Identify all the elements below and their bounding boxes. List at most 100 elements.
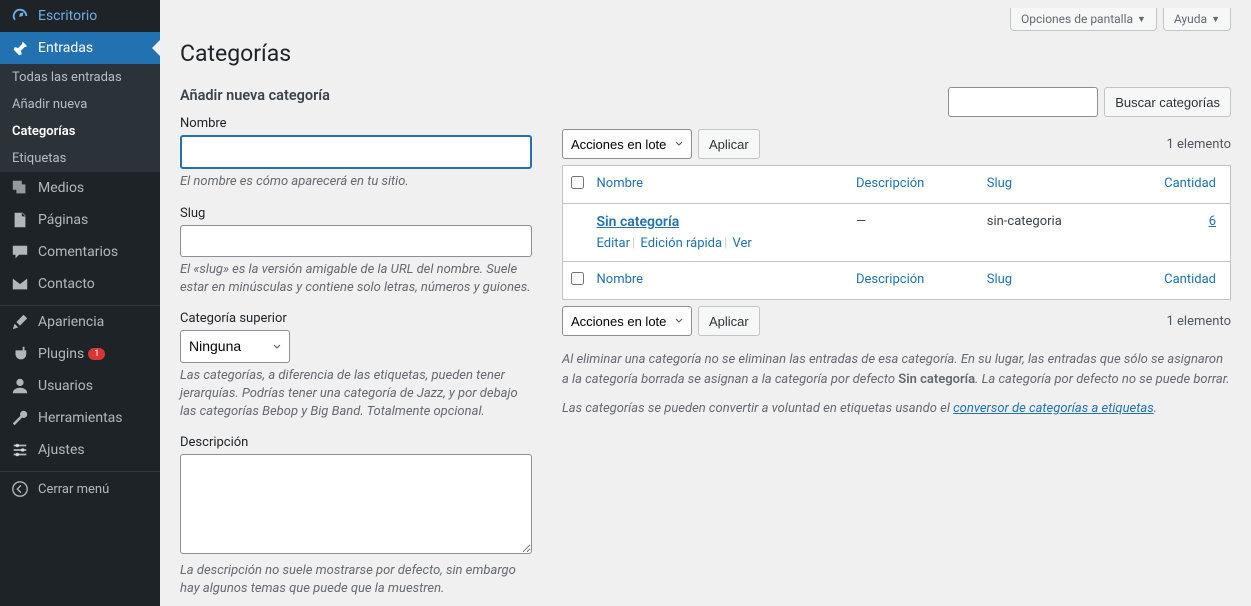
col-count[interactable]: Cantidad [1164,176,1216,191]
select-all-bottom[interactable] [571,272,584,285]
item-count-top: 1 elemento [1167,137,1232,152]
parent-select[interactable]: Ninguna [180,330,290,362]
slug-input[interactable] [180,225,532,257]
sidebar-label: Contacto [38,276,95,292]
note-text: . [1154,401,1157,416]
bulk-apply-top[interactable]: Aplicar [698,129,760,159]
sidebar-item-comments[interactable]: Comentarios [0,236,160,268]
plugins-update-badge: 1 [88,348,105,360]
wrench-icon [10,409,30,427]
sidebar-subitem-addnew[interactable]: Añadir nueva [0,91,160,118]
category-list-panel: Buscar categorías Acciones en lote Aplic… [562,87,1231,606]
comment-icon [10,243,30,261]
footer-notes: Al eliminar una categoría no se eliminan… [562,350,1231,419]
sidebar-label: Páginas [38,212,88,228]
dashboard-icon [10,7,30,25]
parent-help: Las categorías, a diferencia de las etiq… [180,367,532,422]
desc-textarea[interactable] [180,454,532,554]
help-tab[interactable]: Ayuda ▼ [1163,8,1231,31]
pin-icon [10,39,30,57]
row-count[interactable]: 6 [1209,214,1216,229]
mail-icon [10,275,30,293]
converter-link[interactable]: conversor de categorías a etiquetas [953,401,1154,416]
bulk-action-select-bottom[interactable]: Acciones en lote [562,306,692,336]
field-slug: Slug El «slug» es la versión amigable de… [180,206,532,298]
sidebar-item-contact[interactable]: Contacto [0,268,160,300]
categories-table: Nombre Descripción Slug Cantidad Sin cat… [562,165,1231,300]
col-desc[interactable]: Descripción [856,176,924,191]
col-count-foot[interactable]: Cantidad [1164,272,1216,287]
sidebar-item-plugins[interactable]: Plugins 1 [0,338,160,370]
brush-icon [10,313,30,331]
action-quickedit[interactable]: Edición rápida [640,236,722,251]
bulk-action-select-top[interactable]: Acciones en lote [562,129,692,159]
slug-label: Slug [180,206,532,221]
page-title: Categorías [180,31,1231,87]
select-all-top[interactable] [571,176,584,189]
field-name: Nombre El nombre es cómo aparecerá en tu… [180,116,532,192]
sidebar-item-appearance[interactable]: Apariencia [0,306,160,338]
sidebar-label: Apariencia [38,314,104,330]
sidebar-submenu-posts: Todas las entradas Añadir nueva Categorí… [0,64,160,172]
desc-help: La descripción no suele mostrarse por de… [180,562,532,598]
users-icon [10,377,30,395]
bulk-apply-bottom[interactable]: Aplicar [698,306,760,336]
sliders-icon [10,441,30,459]
chevron-down-icon: ▼ [1211,14,1220,25]
sidebar-label: Plugins [38,346,84,362]
sidebar-item-pages[interactable]: Páginas [0,204,160,236]
page-icon [10,211,30,229]
sidebar-collapse[interactable]: Cerrar menú [0,472,160,506]
plugin-icon [10,345,30,363]
top-tabs: Opciones de pantalla ▼ Ayuda ▼ [180,0,1231,31]
tablenav-top: Acciones en lote Aplicar 1 elemento [562,129,1231,159]
sidebar-item-settings[interactable]: Ajustes [0,434,160,466]
note-text: . La categoría por defecto no se puede b… [975,372,1229,387]
screen-options-tab[interactable]: Opciones de pantalla ▼ [1010,8,1157,31]
sidebar-label: Medios [38,180,84,196]
col-desc-foot[interactable]: Descripción [856,272,924,287]
row-desc: — [846,204,977,262]
row-title[interactable]: Sin categoría [597,214,680,230]
note-text: Las categorías se pueden convertir a vol… [562,401,953,416]
name-input[interactable] [180,135,532,169]
name-label: Nombre [180,116,532,131]
sidebar-label: Escritorio [38,8,97,24]
col-name-foot[interactable]: Nombre [597,272,644,287]
col-name[interactable]: Nombre [597,176,644,191]
sidebar-label: Ajustes [38,442,85,458]
sidebar-subitem-allposts[interactable]: Todas las entradas [0,64,160,91]
note-default-category: Sin categoría [898,372,975,387]
field-description: Descripción La descripción no suele most… [180,435,532,598]
sidebar-item-dashboard[interactable]: Escritorio [0,0,160,32]
sidebar-label: Herramientas [38,410,123,426]
search-row: Buscar categorías [562,87,1231,117]
sidebar-subitem-tags[interactable]: Etiquetas [0,145,160,172]
sidebar-item-media[interactable]: Medios [0,172,160,204]
action-view[interactable]: Ver [732,236,751,251]
row-actions: Editar| Edición rápida| Ver [597,236,836,251]
sidebar-item-users[interactable]: Usuarios [0,370,160,402]
field-parent: Categoría superior Ninguna Las categoría… [180,311,532,421]
sidebar-item-tools[interactable]: Herramientas [0,402,160,434]
sidebar-subitem-categories[interactable]: Categorías [0,118,160,145]
sidebar-item-posts[interactable]: Entradas [0,32,160,64]
desc-label: Descripción [180,435,532,450]
item-count-bottom: 1 elemento [1167,314,1232,329]
form-heading: Añadir nueva categoría [180,87,532,104]
slug-help: El «slug» es la versión amigable de la U… [180,261,532,297]
admin-sidebar: Escritorio Entradas Todas las entradas A… [0,0,160,606]
name-help: El nombre es cómo aparecerá en tu sitio. [180,173,532,191]
search-button[interactable]: Buscar categorías [1104,87,1231,117]
media-icon [10,179,30,197]
search-input[interactable] [948,87,1098,117]
col-slug-foot[interactable]: Slug [987,272,1012,287]
main-content: Opciones de pantalla ▼ Ayuda ▼ Categoría… [160,0,1251,606]
col-slug[interactable]: Slug [987,176,1012,191]
action-edit[interactable]: Editar [597,236,631,251]
sidebar-label: Comentarios [38,244,118,260]
collapse-icon [10,480,30,498]
row-slug: sin-categoria [977,204,1118,262]
table-row: Sin categoría Editar| Edición rápida| Ve… [563,204,1231,262]
help-label: Ayuda [1174,12,1207,26]
